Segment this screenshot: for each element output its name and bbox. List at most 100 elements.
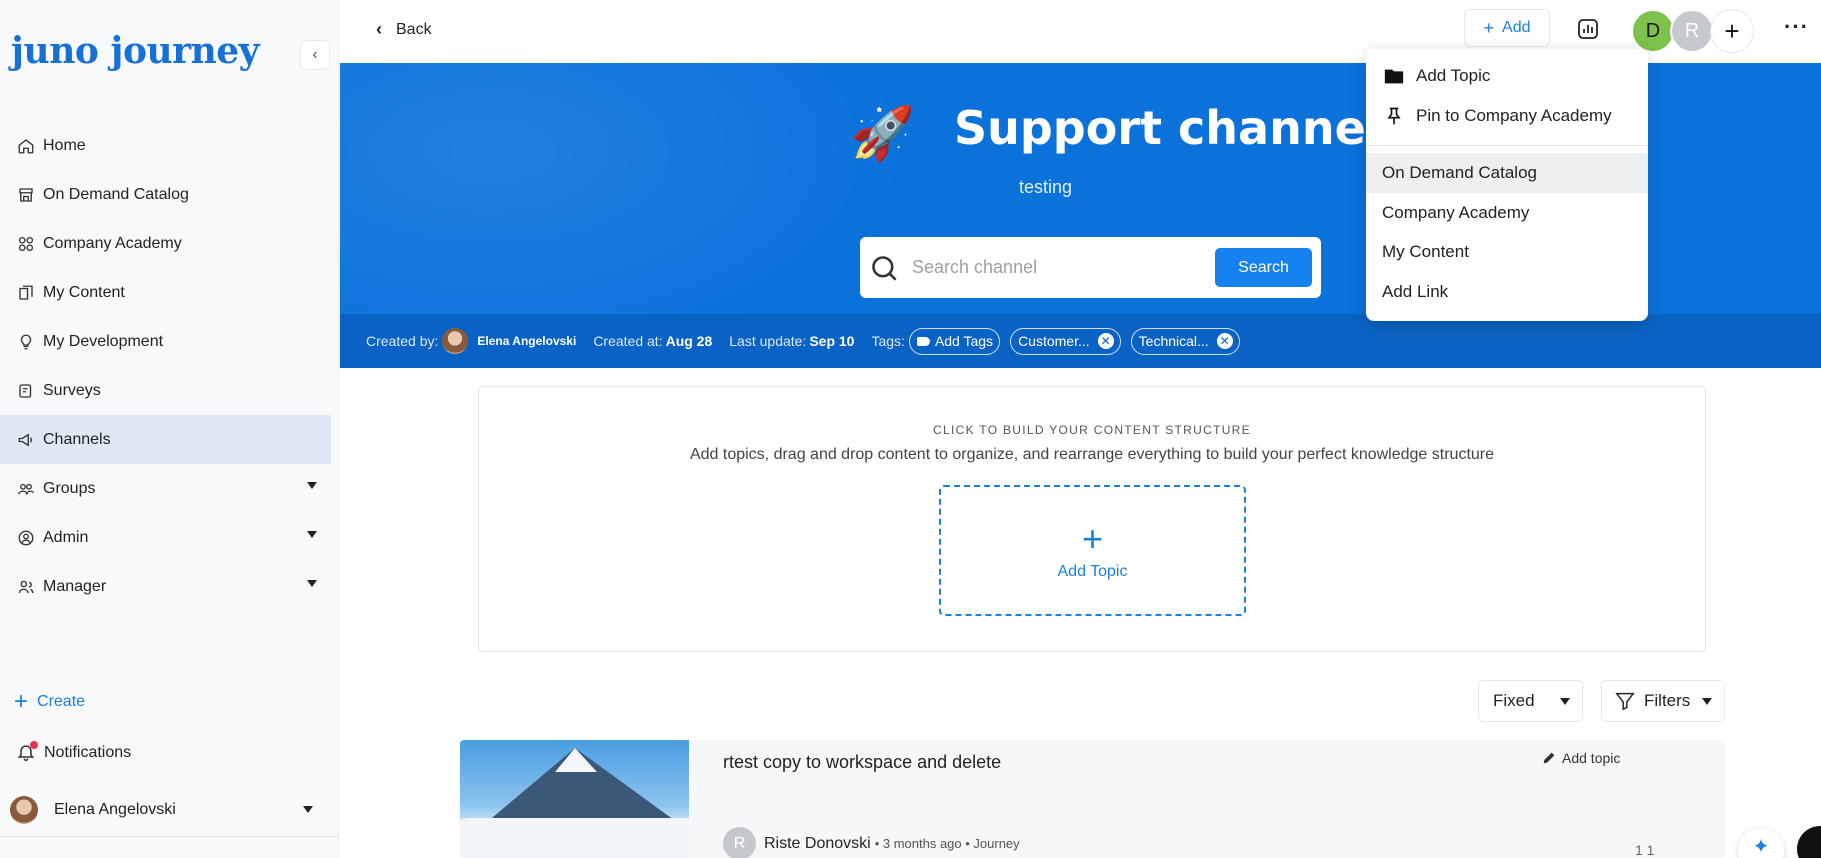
search-input[interactable] xyxy=(912,257,1212,278)
sidebar-item-admin[interactable]: Admin xyxy=(0,513,331,562)
back-label: Back xyxy=(396,20,432,38)
avatar[interactable]: R xyxy=(1670,9,1714,53)
created-by-label: Created by: xyxy=(366,333,439,349)
sparkle-icon: ✦ xyxy=(1752,836,1770,858)
sidebar-item-on-demand-catalog[interactable]: On Demand Catalog xyxy=(0,170,331,219)
created-by: Created by: Elena Angelovski xyxy=(366,328,576,354)
menu-item-company-academy[interactable]: Company Academy xyxy=(1366,193,1648,233)
megaphone-icon xyxy=(16,430,36,450)
tag-icon xyxy=(916,336,930,346)
content-icon xyxy=(16,283,36,303)
more-options-icon[interactable]: ··· xyxy=(1784,14,1809,40)
card-add-topic-button[interactable]: Add topic xyxy=(1541,750,1620,766)
menu-item-my-content[interactable]: My Content xyxy=(1366,232,1648,272)
cloud-shape xyxy=(460,818,689,858)
create-label: Create xyxy=(37,693,86,710)
menu-item-pin-to-company-academy[interactable]: Pin to Company Academy xyxy=(1366,96,1648,136)
caret-down-icon[interactable] xyxy=(307,531,317,538)
sidebar-item-my-development[interactable]: My Development xyxy=(0,317,331,366)
analytics-icon[interactable] xyxy=(1576,17,1600,41)
sidebar-item-label: Company Academy xyxy=(43,234,182,252)
add-dropdown-menu: Add Topic Pin to Company Academy On Dema… xyxy=(1366,49,1648,321)
channel-search: Search xyxy=(860,237,1321,298)
caret-down-icon[interactable] xyxy=(307,482,317,489)
avatar xyxy=(10,796,38,824)
add-member-button[interactable]: + xyxy=(1710,9,1754,53)
sidebar-item-label: Home xyxy=(43,136,86,154)
menu-item-add-link[interactable]: Add Link xyxy=(1366,272,1648,312)
chevron-left-icon: ‹ xyxy=(376,19,382,39)
sidebar-item-my-content[interactable]: My Content xyxy=(0,268,331,317)
menu-item-on-demand-catalog[interactable]: On Demand Catalog xyxy=(1366,153,1648,193)
tag-label: Technical... xyxy=(1138,333,1209,349)
chat-button[interactable] xyxy=(1797,826,1821,858)
pencil-icon xyxy=(1543,752,1555,764)
filters-button[interactable]: Filters xyxy=(1601,680,1725,722)
last-update: Last update: Sep 10 xyxy=(729,333,854,349)
user-menu[interactable]: Elena Angelovski xyxy=(10,796,315,824)
content-structure-builder[interactable]: CLICK TO BUILD YOUR CONTENT STRUCTURE Ad… xyxy=(478,386,1706,652)
divider xyxy=(1366,145,1648,146)
caret-down-icon[interactable] xyxy=(303,806,313,813)
add-button[interactable]: + Add xyxy=(1464,9,1550,47)
add-tags-button[interactable]: Add Tags xyxy=(908,327,1001,355)
search-button[interactable]: Search xyxy=(1215,248,1312,287)
content-card[interactable]: rtest copy to workspace and delete Add t… xyxy=(460,740,1725,858)
plus-icon: + xyxy=(14,688,29,715)
created-at-value: Aug 28 xyxy=(665,333,713,349)
add-topic-button[interactable]: + Add Topic xyxy=(939,485,1246,616)
menu-item-add-topic[interactable]: Add Topic xyxy=(1366,56,1648,96)
builder-caption: CLICK TO BUILD YOUR CONTENT STRUCTURE xyxy=(933,423,1251,437)
search-icon xyxy=(870,254,898,282)
sidebar-item-home[interactable]: Home xyxy=(0,121,331,170)
sidebar-item-manager[interactable]: Manager xyxy=(0,562,331,611)
ai-assistant-button[interactable]: ✦ xyxy=(1738,828,1784,858)
avatar[interactable]: D xyxy=(1631,9,1675,53)
lightbulb-icon xyxy=(16,332,36,352)
rocket-icon: 🚀 xyxy=(850,105,915,163)
sidebar-item-groups[interactable]: Groups xyxy=(0,464,331,513)
created-at-label: Created at: xyxy=(593,333,663,349)
pin-icon xyxy=(1382,106,1406,126)
menu-item-label: Pin to Company Academy xyxy=(1416,106,1612,125)
sidebar-item-label: Admin xyxy=(43,528,89,546)
sidebar-item-channels[interactable]: Channels xyxy=(0,415,331,464)
home-icon xyxy=(16,136,36,156)
notifications-label: Notifications xyxy=(44,744,132,761)
bell-icon xyxy=(16,741,38,764)
collapse-sidebar-button[interactable]: ‹ xyxy=(300,40,330,70)
last-update-value: Sep 10 xyxy=(809,333,855,349)
creator-name[interactable]: Elena Angelovski xyxy=(477,334,576,348)
tags-label: Tags: xyxy=(871,333,905,349)
card-add-topic-label: Add topic xyxy=(1562,750,1621,766)
sidebar-item-company-academy[interactable]: Company Academy xyxy=(0,219,331,268)
sort-select[interactable]: Fixed xyxy=(1478,680,1583,722)
folder-icon xyxy=(1382,65,1406,87)
manager-icon xyxy=(16,577,36,597)
card-title[interactable]: rtest copy to workspace and delete xyxy=(723,752,1001,773)
tag-chip[interactable]: Customer... ✕ xyxy=(1010,327,1121,355)
menu-item-label: Add Topic xyxy=(1416,66,1491,85)
back-button[interactable]: ‹ Back xyxy=(376,19,432,40)
card-meta: • 3 months ago • Journey xyxy=(874,836,1020,851)
logo[interactable]: juno journey xyxy=(11,30,260,72)
caret-down-icon[interactable] xyxy=(307,580,317,587)
notification-dot xyxy=(30,741,38,749)
sidebar-item-label: Manager xyxy=(43,577,107,595)
remove-tag-icon[interactable]: ✕ xyxy=(1097,333,1114,349)
create-button[interactable]: + Create xyxy=(14,690,85,714)
user-name: Elena Angelovski xyxy=(54,801,176,818)
menu-item-label: On Demand Catalog xyxy=(1382,163,1537,182)
add-topic-label: Add Topic xyxy=(1057,562,1128,580)
tag-chip[interactable]: Technical... ✕ xyxy=(1130,327,1240,355)
avatar: R xyxy=(723,827,756,858)
plus-icon: + xyxy=(1724,15,1740,46)
grid-icon xyxy=(16,234,36,254)
remove-tag-icon[interactable]: ✕ xyxy=(1216,333,1233,349)
store-icon xyxy=(16,185,36,205)
avatar xyxy=(442,328,469,354)
users-icon xyxy=(16,479,36,499)
notifications-button[interactable]: Notifications xyxy=(16,741,132,764)
tag-label: Customer... xyxy=(1018,333,1090,349)
sidebar-item-surveys[interactable]: Surveys xyxy=(0,366,331,415)
